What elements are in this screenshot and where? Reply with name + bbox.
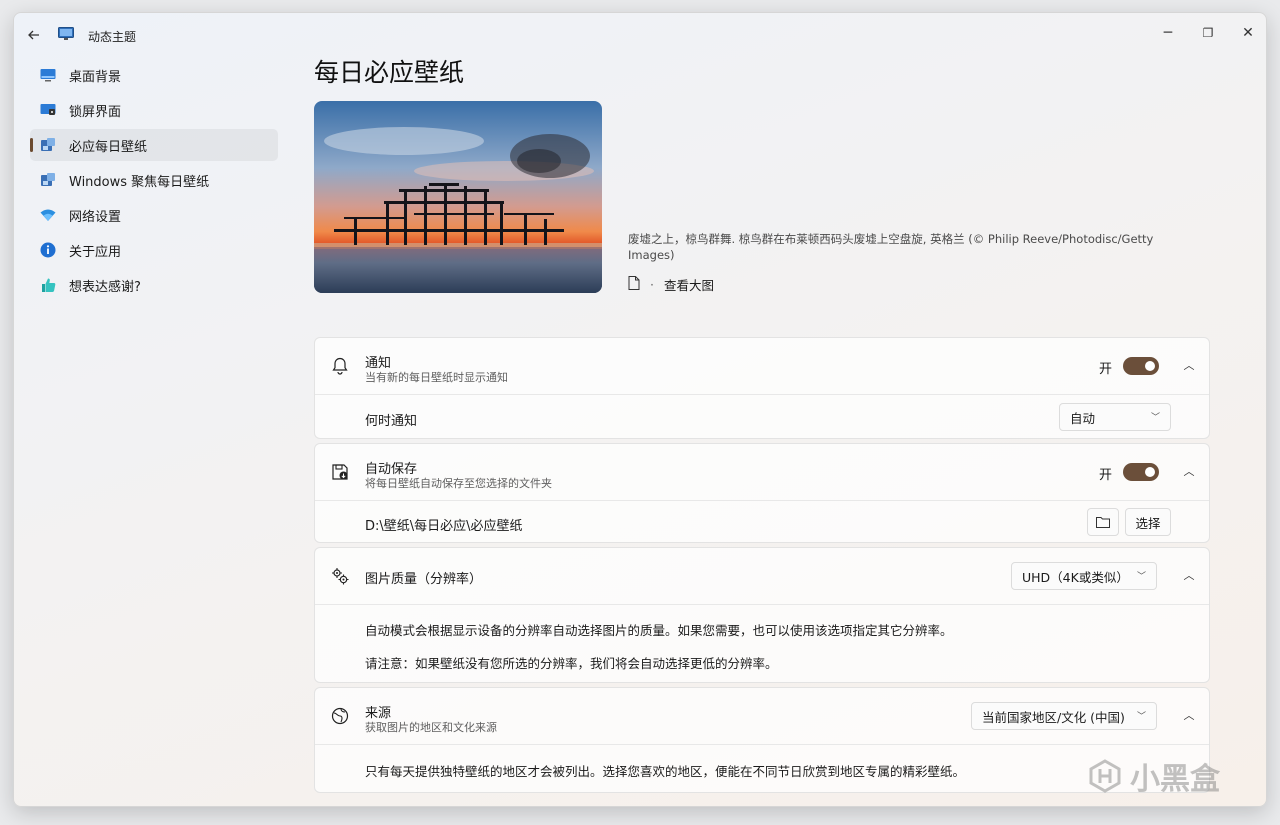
notify-toggle-label: 开 (1099, 362, 1113, 377)
autosave-header[interactable]: 自动保存 将每日壁纸自动保存至您选择的文件夹 开 ︿ (315, 444, 1209, 500)
page-title: 每日必应壁纸 (314, 58, 465, 87)
file-icon[interactable] (628, 276, 640, 293)
quality-note-text: 请注意：如果壁纸没有您所选的分辨率，我们将会自动选择更低的分辨率。 (365, 656, 778, 671)
back-button[interactable] (24, 25, 44, 45)
back-arrow-icon (28, 30, 39, 40)
sidebar-item-label: 必应每日壁纸 (69, 139, 148, 155)
quality-card: 图片质量（分辨率） UHD（4K或类似） ﹀ ︿ 自动模式会根据显示设备的分辨率… (314, 547, 1210, 683)
chevron-up-icon[interactable]: ︿ (1181, 708, 1197, 724)
select-folder-button[interactable]: 选择 (1125, 508, 1171, 536)
desktop-icon (40, 67, 56, 83)
lockscreen-icon (40, 102, 56, 118)
quality-title: 图片质量（分辨率） (365, 572, 483, 587)
sidebar-item-label: 想表达感谢? (69, 279, 141, 295)
quality-header[interactable]: 图片质量（分辨率） UHD（4K或类似） ﹀ ︿ (315, 548, 1209, 604)
minimize-button[interactable]: ─ (1154, 21, 1182, 45)
source-desc: 获取图片的地区和文化来源 (365, 721, 497, 734)
view-large-link[interactable]: 查看大图 (664, 275, 714, 294)
chevron-down-icon: ﹀ (1136, 572, 1146, 582)
open-folder-button[interactable] (1087, 508, 1119, 536)
source-card: 来源 获取图片的地区和文化来源 当前国家地区/文化 (中国) ﹀ ︿ 只有每天提… (314, 687, 1210, 793)
sidebar-item-about[interactable]: 关于应用 (30, 234, 278, 266)
source-info-text: 只有每天提供独特壁纸的地区才会被列出。选择您喜欢的地区，便能在不同节日欣赏到地区… (365, 764, 966, 779)
source-info: 只有每天提供独特壁纸的地区才会被列出。选择您喜欢的地区，便能在不同节日欣赏到地区… (315, 744, 1209, 792)
watermark: 小黑盒 (1088, 754, 1220, 798)
spotlight-icon (40, 172, 56, 188)
notify-toggle[interactable] (1123, 357, 1159, 375)
heybox-logo-icon (1089, 759, 1121, 793)
bell-icon (332, 357, 348, 375)
gears-icon (332, 568, 349, 585)
link-separator: · (650, 277, 654, 292)
notify-header[interactable]: 通知 当有新的每日壁纸时显示通知 开 ︿ (315, 338, 1209, 394)
quality-info-text: 自动模式会根据显示设备的分辨率自动选择图片的质量。如果您需要，也可以使用该选项指… (365, 623, 953, 638)
wallpaper-preview-section: 废墟之上，椋鸟群舞. 椋鸟群在布莱顿西码头废墟上空盘旋, 英格兰 (© Phil… (314, 101, 1212, 315)
bing-wallpaper-icon (40, 137, 56, 153)
quality-value: UHD（4K或类似） (1022, 569, 1129, 585)
wallpaper-caption: 废墟之上，椋鸟群舞. 椋鸟群在布莱顿西码头废墟上空盘旋, 英格兰 (© Phil… (628, 232, 1154, 262)
quality-dropdown[interactable]: UHD（4K或类似） ﹀ (1011, 562, 1157, 590)
app-title: 动态主题 (88, 30, 137, 44)
chevron-up-icon[interactable]: ︿ (1181, 358, 1197, 374)
chevron-up-icon[interactable]: ︿ (1181, 568, 1197, 584)
sidebar-item-label: 锁屏界面 (69, 104, 122, 120)
wifi-icon (40, 207, 56, 223)
sidebar-item-label: 桌面背景 (69, 69, 122, 85)
chevron-down-icon: ﹀ (1150, 413, 1160, 423)
sidebar-item-spotlight[interactable]: Windows 聚焦每日壁纸 (30, 164, 278, 196)
sidebar-item-network[interactable]: 网络设置 (30, 199, 278, 231)
notify-when-label: 何时通知 (365, 414, 418, 429)
app-logo-icon (58, 27, 74, 40)
notify-when-value: 自动 (1070, 410, 1096, 426)
autosave-path-row: D:\壁纸\每日必应\必应壁纸 选择 (315, 500, 1209, 543)
chevron-down-icon: ﹀ (1136, 712, 1146, 722)
autosave-toggle[interactable] (1123, 463, 1159, 481)
main-content: 每日必应壁纸 废墟之上，椋鸟群舞. 椋鸟群在布莱顿西码头废墟上空盘旋, 英格兰 … (314, 53, 1212, 793)
autosave-card: 自动保存 将每日壁纸自动保存至您选择的文件夹 开 ︿ D:\壁纸\每日必应\必应… (314, 443, 1210, 543)
notify-card: 通知 当有新的每日壁纸时显示通知 开 ︿ 何时通知 自动 ﹀ (314, 337, 1210, 439)
notify-when-dropdown[interactable]: 自动 ﹀ (1059, 403, 1171, 431)
autosave-toggle-label: 开 (1099, 468, 1113, 483)
sidebar-item-lockscreen[interactable]: 锁屏界面 (30, 94, 278, 126)
globe-icon (331, 707, 349, 725)
folder-icon (1096, 517, 1110, 528)
chevron-up-icon[interactable]: ︿ (1181, 464, 1197, 480)
close-button[interactable]: ✕ (1234, 21, 1262, 45)
sidebar-item-label: Windows 聚焦每日壁纸 (69, 174, 210, 190)
notify-desc: 当有新的每日壁纸时显示通知 (365, 371, 508, 384)
wallpaper-actions: · 查看大图 (628, 275, 714, 294)
sidebar-item-label: 关于应用 (69, 244, 122, 260)
source-dropdown[interactable]: 当前国家地区/文化 (中国) ﹀ (971, 702, 1157, 730)
save-icon (332, 464, 348, 480)
restore-button[interactable]: ❐ (1194, 21, 1222, 45)
wallpaper-thumbnail[interactable] (314, 101, 602, 293)
sidebar-item-thanks[interactable]: 想表达感谢? (30, 269, 278, 301)
app-window: 动态主题 ─ ❐ ✕ 桌面背景 锁屏界面 必应每日壁纸 Windows 聚焦每日… (13, 12, 1267, 807)
pier-sunset-image (314, 101, 602, 293)
autosave-path: D:\壁纸\每日必应\必应壁纸 (365, 519, 523, 534)
quality-info: 自动模式会根据显示设备的分辨率自动选择图片的质量。如果您需要，也可以使用该选项指… (315, 604, 1209, 684)
sidebar-item-desktop-background[interactable]: 桌面背景 (30, 59, 278, 91)
source-value: 当前国家地区/文化 (中国) (982, 709, 1125, 725)
autosave-desc: 将每日壁纸自动保存至您选择的文件夹 (365, 477, 552, 490)
title-bar: 动态主题 ─ ❐ ✕ (14, 13, 1266, 57)
source-header[interactable]: 来源 获取图片的地区和文化来源 当前国家地区/文化 (中国) ﹀ ︿ (315, 688, 1209, 744)
sidebar-item-label: 网络设置 (69, 209, 122, 225)
watermark-text: 小黑盒 (1130, 762, 1220, 797)
thumbs-up-icon (40, 277, 56, 293)
info-icon (40, 242, 56, 258)
notify-when-row: 何时通知 自动 ﹀ (315, 394, 1209, 439)
sidebar: 桌面背景 锁屏界面 必应每日壁纸 Windows 聚焦每日壁纸 网络设置 关于应… (30, 59, 278, 304)
sidebar-item-bing-wallpaper[interactable]: 必应每日壁纸 (30, 129, 278, 161)
